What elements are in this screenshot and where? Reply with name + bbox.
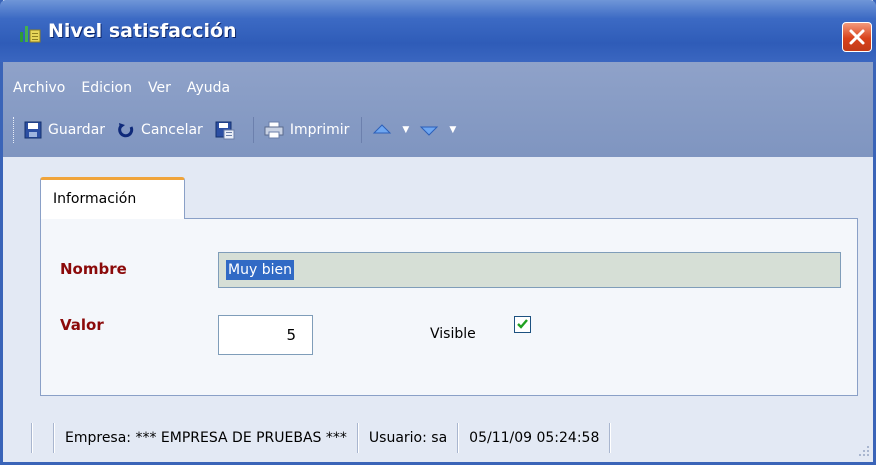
undo-icon xyxy=(118,123,134,138)
tab-informacion[interactable]: Información xyxy=(40,177,185,219)
menu-ayuda-label: Ayuda xyxy=(186,80,231,96)
visible-label: Visible xyxy=(430,326,476,342)
status-separator xyxy=(31,422,33,453)
previous-button[interactable] xyxy=(372,116,398,144)
status-empresa: Empresa: *** EMPRESA DE PRUEBAS *** xyxy=(65,429,347,446)
cancel-label: Cancelar xyxy=(141,122,203,138)
nombre-input[interactable]: Muy bien xyxy=(218,252,841,288)
save-as-button[interactable] xyxy=(215,116,241,144)
nombre-input-value: Muy bien xyxy=(226,260,294,280)
command-area: Archivo Edicion Ver Ayuda Guardar Cancel… xyxy=(3,62,873,157)
previous-dropdown-icon[interactable]: ▼ xyxy=(402,125,409,135)
menu-ver[interactable]: Ver xyxy=(148,76,171,100)
menu-bar: Archivo Edicion Ver Ayuda xyxy=(13,76,246,100)
close-icon xyxy=(849,29,865,45)
visible-checkbox[interactable] xyxy=(514,316,531,333)
toolbar-grip[interactable] xyxy=(13,117,16,143)
menu-edicion-label: Edicion xyxy=(81,80,132,96)
status-datetime: 05/11/09 05:24:58 xyxy=(469,429,600,446)
arrow-up-icon xyxy=(373,124,392,134)
menu-ver-label: Ver xyxy=(148,80,171,96)
arrow-down-icon xyxy=(420,126,439,136)
menu-archivo[interactable]: Archivo xyxy=(13,76,65,100)
toolbar-separator xyxy=(252,117,254,143)
valor-input[interactable]: 5 xyxy=(218,315,313,355)
resize-grip-icon[interactable] xyxy=(857,444,871,458)
print-label: Imprimir xyxy=(289,122,350,138)
status-usuario: Usuario: sa xyxy=(368,429,448,446)
app-icon xyxy=(20,26,41,43)
status-bar: Empresa: *** EMPRESA DE PRUEBAS *** Usua… xyxy=(3,413,873,462)
window-title: Nivel satisfacción xyxy=(48,20,237,42)
toolbar: Guardar Cancelar Imprimir ▼ ▼ xyxy=(13,115,466,145)
valor-label: Valor xyxy=(60,316,104,334)
menu-ayuda[interactable]: Ayuda xyxy=(187,76,230,100)
save-button[interactable]: Guardar xyxy=(24,116,105,144)
print-button[interactable]: Imprimir xyxy=(264,116,350,144)
save-label: Guardar xyxy=(48,122,106,138)
menu-edicion[interactable]: Edicion xyxy=(81,76,132,100)
title-bar[interactable]: Nivel satisfacción xyxy=(0,0,876,62)
next-dropdown-icon[interactable]: ▼ xyxy=(449,125,456,135)
tab-panel xyxy=(40,218,858,396)
print-icon xyxy=(264,121,284,139)
close-button[interactable] xyxy=(842,22,872,52)
save-icon xyxy=(24,121,42,139)
nombre-label: Nombre xyxy=(60,260,127,278)
checkmark-icon xyxy=(517,319,528,329)
menu-archivo-label: Archivo xyxy=(13,80,66,96)
toolbar-separator xyxy=(361,117,363,143)
window: Nivel satisfacción Archivo Edicion Ver A… xyxy=(0,0,876,465)
next-button[interactable] xyxy=(419,116,445,144)
cancel-button[interactable]: Cancelar xyxy=(117,116,203,144)
save-as-icon xyxy=(215,121,235,140)
status-separator xyxy=(609,422,612,453)
